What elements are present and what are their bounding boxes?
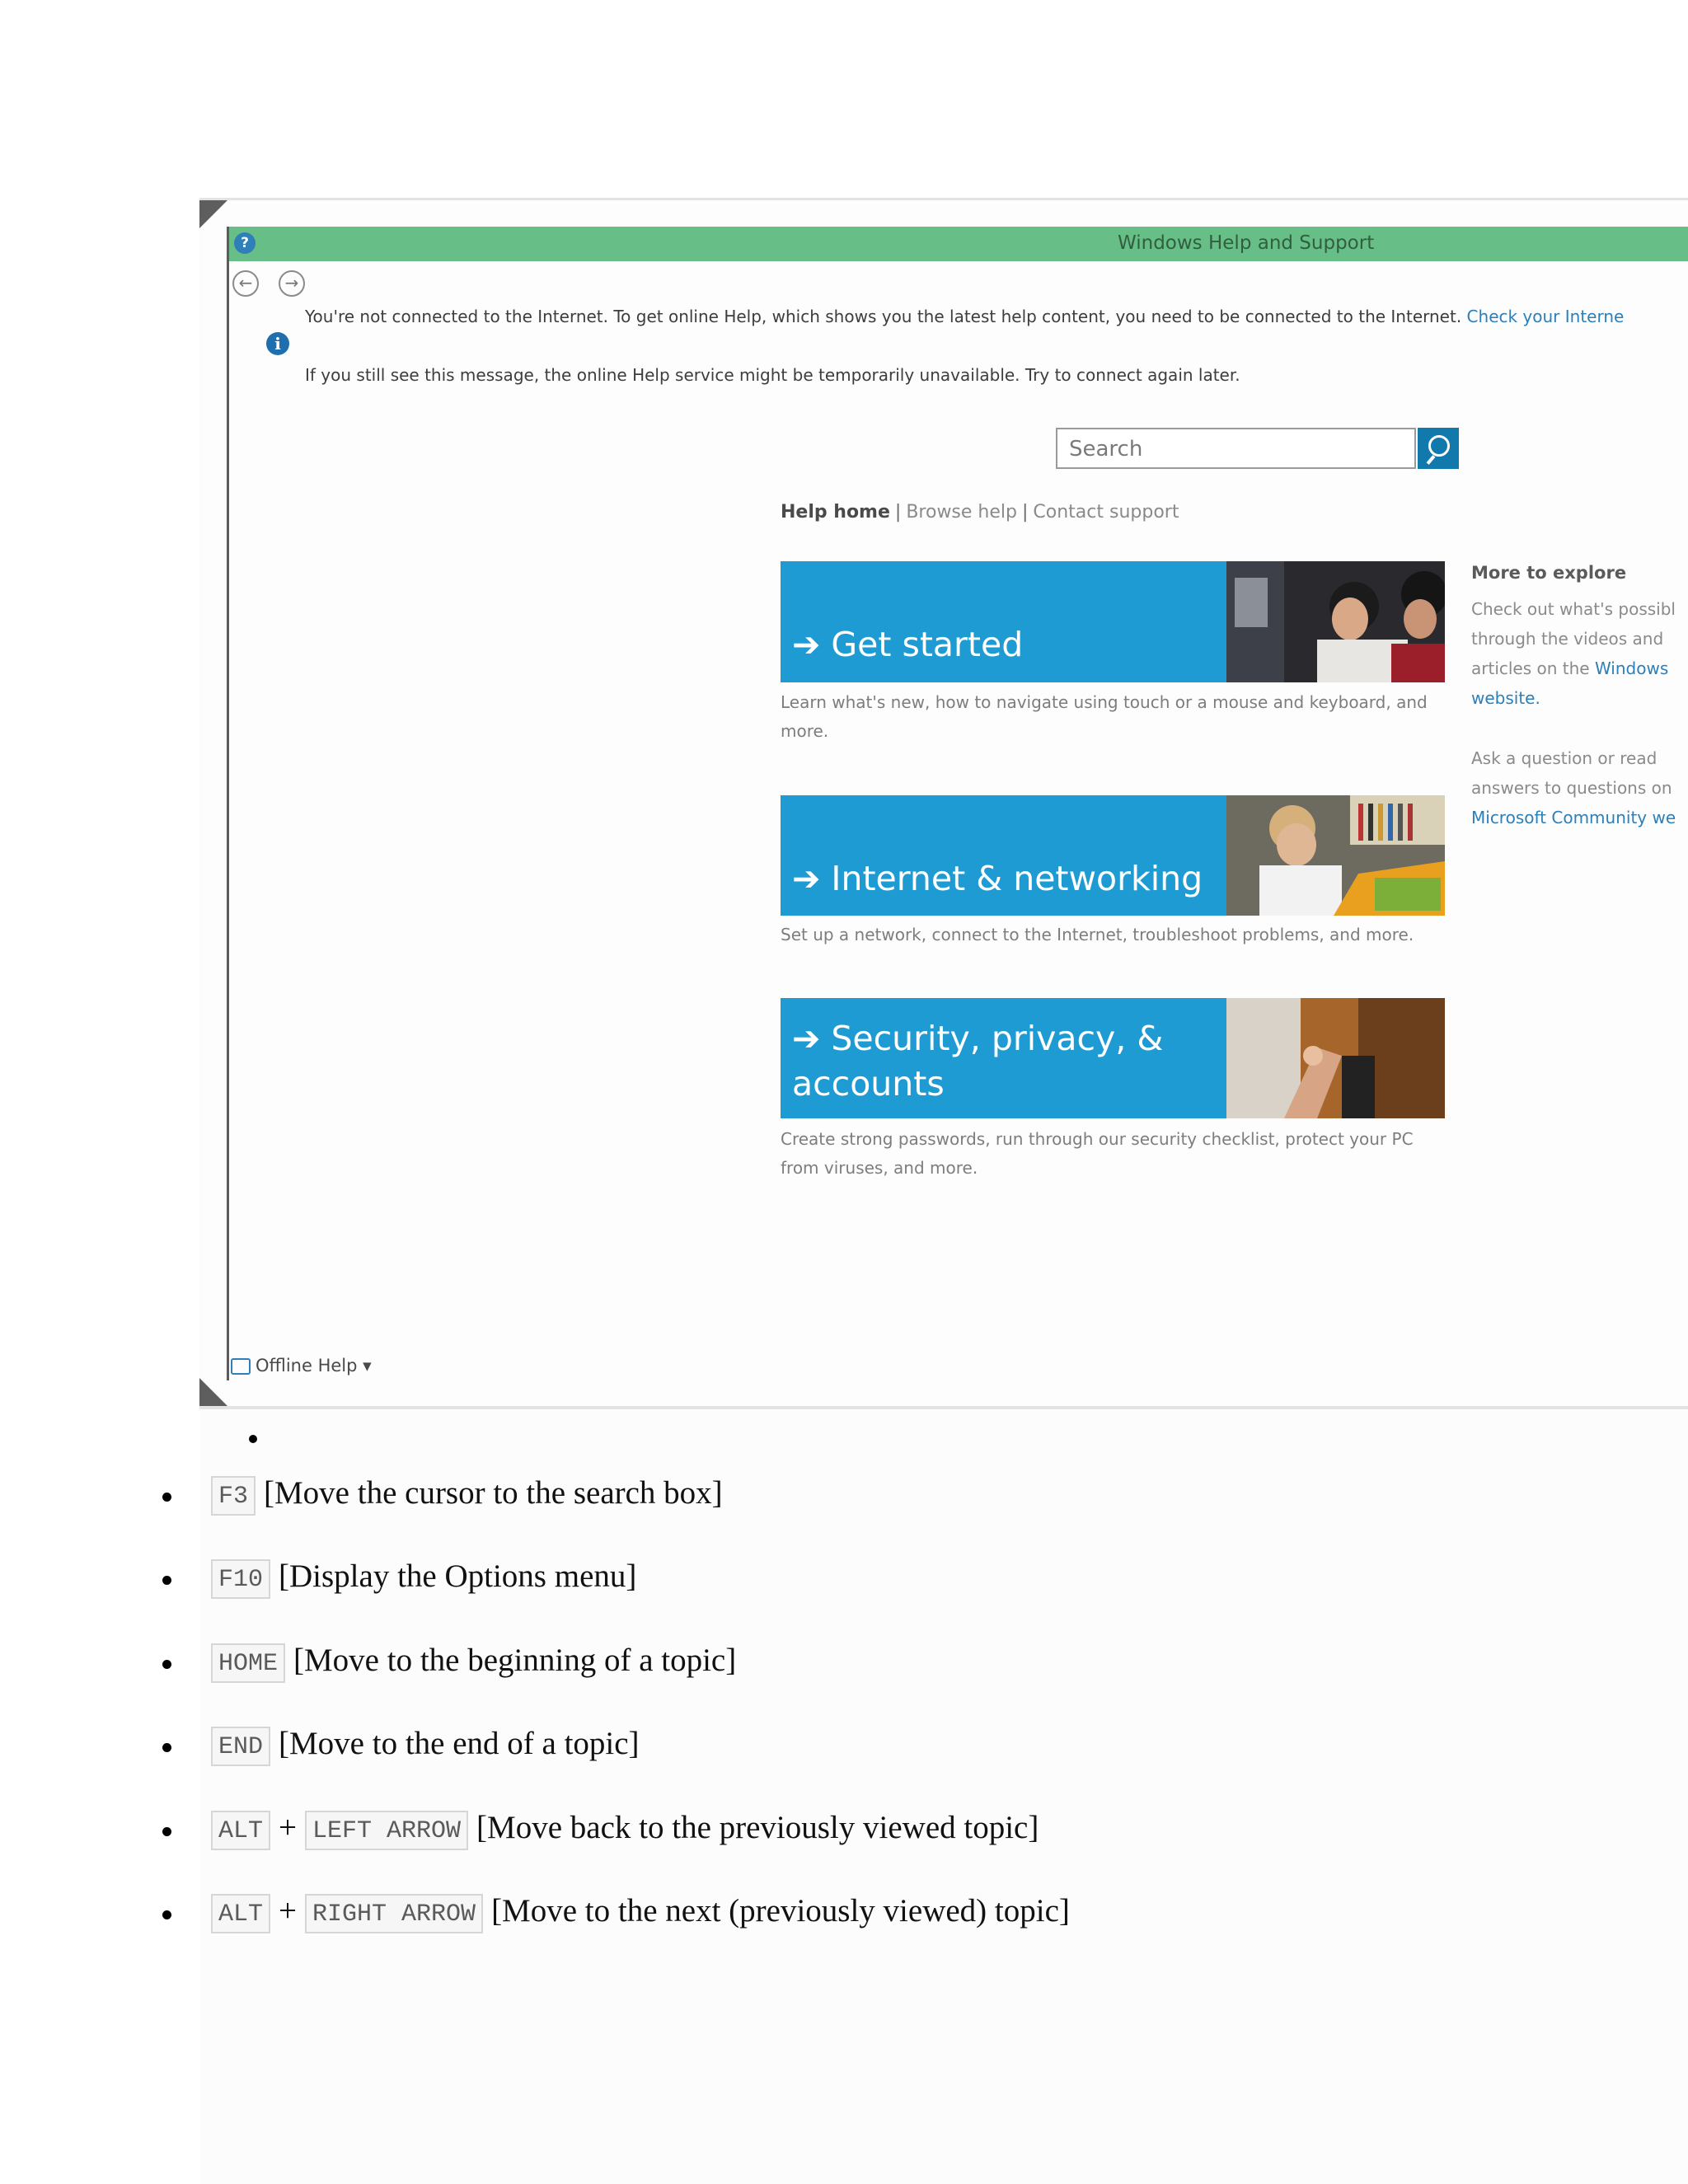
get-started-photo (1226, 561, 1445, 682)
browse-help-link[interactable]: Browse help (906, 502, 1017, 523)
offline-message-line1: You're not connected to the Internet. To… (305, 307, 1624, 326)
contact-support-link[interactable]: Contact support (1033, 502, 1179, 523)
search-button[interactable] (1418, 428, 1459, 469)
search-icon (1428, 435, 1450, 457)
key-plus: + (279, 1893, 298, 1929)
tile-label-line1: ➔ Security, privacy, & (792, 1019, 1164, 1058)
offline-message-text: You're not connected to the Internet. To… (305, 307, 1462, 326)
tile-internet-networking[interactable]: ➔ Internet & networking (781, 795, 1445, 916)
forward-button[interactable]: → (279, 270, 305, 297)
empty-list-bullet (249, 1435, 257, 1443)
bullet (162, 1660, 171, 1669)
key-end: END (211, 1727, 271, 1767)
tile-label: ➔ Get started (792, 625, 1024, 664)
shortcut-description: [Move the cursor to the search box] (264, 1475, 723, 1511)
back-button[interactable]: ← (232, 270, 259, 297)
offline-help-icon (231, 1358, 251, 1375)
help-window-screenshot: ? Windows Help and Support ← → i You're … (199, 198, 1688, 1409)
more-to-explore-title: More to explore (1471, 563, 1627, 583)
image-corner-bottom (199, 1378, 227, 1406)
key-right-arrow: RIGHT ARROW (305, 1894, 484, 1934)
info-icon: i (266, 332, 289, 355)
forward-arrow-icon: → (284, 273, 299, 293)
tile-security-privacy[interactable]: ➔ Security, privacy, & accounts (781, 998, 1445, 1118)
tile-get-started[interactable]: ➔ Get started (781, 561, 1445, 682)
bullet (162, 1576, 171, 1585)
microsoft-community-link[interactable]: Microsoft Community we (1471, 808, 1676, 827)
window-title: Windows Help and Support (1118, 232, 1375, 254)
key-f10: F10 (211, 1559, 271, 1600)
key-home: HOME (211, 1643, 286, 1684)
key-f3: F3 (211, 1476, 256, 1516)
tile-label-line2: accounts (792, 1064, 945, 1104)
help-window: ? Windows Help and Support ← → i You're … (227, 227, 1688, 1380)
bullet (162, 1827, 171, 1836)
offline-message-line2: If you still see this message, the onlin… (305, 365, 1240, 385)
key-left-arrow: LEFT ARROW (305, 1811, 469, 1851)
bullet (162, 1910, 171, 1919)
page-background (200, 1409, 1688, 2184)
bullet (162, 1743, 171, 1752)
key-alt: ALT (211, 1894, 271, 1934)
security-photo (1226, 998, 1445, 1118)
offline-help-label: Offline Help ▾ (256, 1356, 372, 1376)
tile-internet-networking-description: Set up a network, connect to the Interne… (781, 925, 1414, 944)
shortcut-description: [Move to the beginning of a topic] (293, 1643, 737, 1678)
key-alt: ALT (211, 1811, 271, 1851)
tile-security-privacy-description: Create strong passwords, run through our… (781, 1129, 1414, 1178)
shortcut-description: [Move to the end of a topic] (279, 1726, 640, 1761)
back-arrow-icon: ← (238, 273, 253, 293)
image-corner-top (199, 200, 227, 228)
shortcut-description: [Move to the next (previously viewed) to… (491, 1893, 1070, 1929)
tile-label: ➔ Security, privacy, & accounts (792, 1016, 1163, 1108)
more-to-explore-paragraph-2: Ask a question or read answers to questi… (1471, 748, 1676, 827)
bullet (162, 1493, 171, 1502)
internet-networking-photo (1226, 795, 1445, 916)
tile-get-started-description: Learn what's new, how to navigate using … (781, 692, 1428, 741)
shortcut-description: [Move back to the previously viewed topi… (476, 1810, 1039, 1845)
more-to-explore-paragraph-1: Check out what's possibl through the vid… (1471, 599, 1676, 708)
search-input[interactable]: Search (1056, 428, 1416, 469)
shortcut-description: [Display the Options menu] (279, 1558, 637, 1594)
check-internet-link[interactable]: Check your Interne (1467, 307, 1625, 326)
help-app-icon: ? (234, 232, 256, 254)
help-nav: Help home | Browse help | Contact support (781, 502, 1179, 523)
tile-label: ➔ Internet & networking (792, 859, 1203, 898)
title-bar: ? Windows Help and Support (229, 227, 1688, 261)
key-plus: + (279, 1810, 298, 1845)
help-home-link[interactable]: Help home (781, 502, 890, 523)
offline-help-menu[interactable]: Offline Help ▾ (231, 1356, 372, 1376)
